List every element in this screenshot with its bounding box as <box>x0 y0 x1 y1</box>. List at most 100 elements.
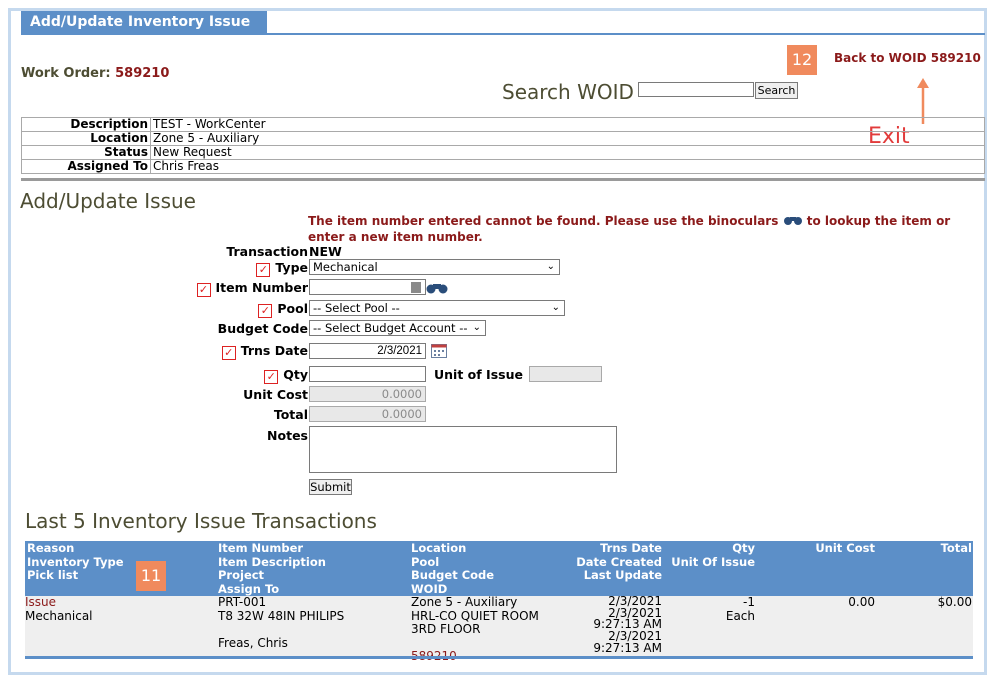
last-update-time: 9:27:13 AM <box>593 640 662 655</box>
annotation-badge-11: 11 <box>136 561 166 591</box>
info-key: Description <box>21 117 151 132</box>
work-order-label: Work Order: 589210 <box>21 66 169 81</box>
unit-cost-field: 0.0000 <box>309 386 426 402</box>
notes-textarea[interactable] <box>309 426 617 473</box>
transaction-value: NEW <box>309 244 342 259</box>
col-header-reason[interactable]: Reason Inventory Type Pick list <box>27 541 124 583</box>
header-budget-code[interactable]: Budget Code <box>411 568 494 583</box>
error-message: The item number entered cannot be found.… <box>308 213 978 245</box>
page-title-tab: Add/Update Inventory Issue <box>21 11 267 33</box>
unit-of-issue-field <box>529 366 602 382</box>
pool-select[interactable]: -- Select Pool -- ⌄ <box>309 300 565 316</box>
header-qty[interactable]: Qty <box>665 541 755 556</box>
header-item-number[interactable]: Item Number <box>218 541 326 556</box>
required-check-icon: ✓ <box>256 263 271 277</box>
table-row: Issue Mechanical PRT-001 T8 32W 48IN PHI… <box>25 595 973 663</box>
header-pool[interactable]: Pool <box>411 555 494 570</box>
info-key: Location <box>21 131 151 146</box>
col-header-qty[interactable]: Qty Unit Of Issue <box>665 541 755 570</box>
last5-title: Last 5 Inventory Issue Transactions <box>25 509 377 533</box>
assign-to: Freas, Chris <box>218 635 288 650</box>
info-divider <box>21 178 985 181</box>
work-order-number: 589210 <box>115 66 170 81</box>
chevron-down-icon: ⌄ <box>551 302 560 313</box>
info-key: Status <box>21 145 151 160</box>
grid-bottom-rule <box>25 656 973 659</box>
chevron-down-icon: ⌄ <box>472 322 481 333</box>
binoculars-lookup-icon[interactable] <box>426 282 448 294</box>
calendar-icon[interactable] <box>431 344 447 358</box>
qty-label: ✓ Qty <box>200 367 308 384</box>
info-value: Zone 5 - Auxiliary <box>150 131 985 146</box>
type-select[interactable]: Mechanical ⌄ <box>309 259 560 275</box>
total-field: 0.0000 <box>309 406 426 422</box>
row-qty-col: -1 Each <box>665 595 755 623</box>
reason-link[interactable]: Issue <box>25 595 93 610</box>
pool-select-value: -- Select Pool -- <box>313 301 400 315</box>
col-header-unit-cost[interactable]: Unit Cost <box>785 541 875 556</box>
trns-date-label-text: Trns Date <box>240 343 308 358</box>
work-order-info-table: Description TEST - WorkCenter Location Zon… <box>21 117 985 174</box>
inventory-type: Mechanical <box>25 608 93 623</box>
col-header-location[interactable]: Location Pool Budget Code WOID <box>411 541 494 597</box>
search-button[interactable]: Search <box>755 82 798 99</box>
col-header-item[interactable]: Item Number Item Description Project Ass… <box>218 541 326 597</box>
col-header-dates[interactable]: Trns Date Date Created Last Update <box>555 541 662 583</box>
item-description: T8 32W 48IN PHILIPS <box>218 608 345 623</box>
row-location-col: Zone 5 - Auxiliary HRL-CO QUIET ROOM 3RD… <box>411 595 539 664</box>
input-keyboard-icon <box>411 282 421 293</box>
header-item-description[interactable]: Item Description <box>218 555 326 570</box>
binoculars-icon <box>783 217 802 225</box>
col-header-total[interactable]: Total <box>885 541 972 556</box>
header-pick-list[interactable]: Pick list <box>27 568 124 583</box>
info-key: Assigned To <box>21 159 151 174</box>
notes-label: Notes <box>267 428 308 443</box>
project-empty <box>218 623 344 637</box>
header-location[interactable]: Location <box>411 541 494 556</box>
row-reason-col: Issue Mechanical <box>25 595 93 623</box>
qty-input[interactable] <box>309 366 426 382</box>
header-trns-date[interactable]: Trns Date <box>555 541 662 556</box>
pool: HRL-CO QUIET ROOM <box>411 608 539 623</box>
submit-button[interactable]: Submit <box>309 479 352 495</box>
type-label: ✓ Type <box>200 260 308 277</box>
info-row: Status New Request <box>21 145 985 160</box>
total-label: Total <box>273 407 308 422</box>
header-reason[interactable]: Reason <box>27 541 124 556</box>
item-number: PRT-001 <box>218 595 267 609</box>
header-last-update[interactable]: Last Update <box>555 568 662 583</box>
transactions-grid-header: Reason Inventory Type Pick list Item Num… <box>25 541 973 596</box>
unit-of-issue: Each <box>725 608 755 623</box>
pool-label-text: Pool <box>277 301 308 316</box>
header-woid[interactable]: WOID <box>411 582 494 597</box>
search-woid-input[interactable] <box>638 82 754 97</box>
unit-cost-label: Unit Cost <box>243 387 308 402</box>
header-project[interactable]: Project <box>218 568 326 583</box>
header-assign-to[interactable]: Assign To <box>218 582 326 597</box>
budget-code-select[interactable]: -- Select Budget Account -- ⌄ <box>309 320 486 336</box>
search-woid-label: Search WOID <box>502 80 634 104</box>
required-check-icon: ✓ <box>196 283 211 297</box>
section-title: Add/Update Issue <box>20 189 196 213</box>
info-row: Assigned To Chris Freas <box>21 159 985 174</box>
location: Zone 5 - Auxiliary <box>411 595 518 609</box>
trns-date-input[interactable] <box>309 343 426 359</box>
title-divider <box>21 33 985 35</box>
row-item-col: PRT-001 T8 32W 48IN PHILIPS Freas, Chris <box>218 595 345 650</box>
info-row: Location Zone 5 - Auxiliary <box>21 131 985 146</box>
qty: -1 <box>743 595 755 609</box>
header-unit-of-issue[interactable]: Unit Of Issue <box>665 555 755 570</box>
item-number-input[interactable] <box>309 279 426 295</box>
row-dates-col: 2/3/2021 2/3/2021 9:27:13 AM 2/3/2021 9:… <box>555 595 662 655</box>
header-inventory-type[interactable]: Inventory Type <box>27 555 124 570</box>
transaction-label: Transaction <box>226 244 308 259</box>
pool-line-2: 3RD FLOOR <box>411 622 481 636</box>
unit-cost: 0.00 <box>848 595 875 609</box>
error-text: The item number entered cannot be found.… <box>308 214 779 228</box>
trns-date-label: ✓ Trns Date <box>200 343 308 360</box>
budget-code-label: Budget Code <box>217 321 308 336</box>
info-row: Description TEST - WorkCenter <box>21 117 985 132</box>
header-date-created[interactable]: Date Created <box>555 555 662 570</box>
back-to-woid-link[interactable]: Back to WOID 589210 <box>834 51 981 65</box>
item-number-label: ✓ Item Number <box>180 280 308 297</box>
